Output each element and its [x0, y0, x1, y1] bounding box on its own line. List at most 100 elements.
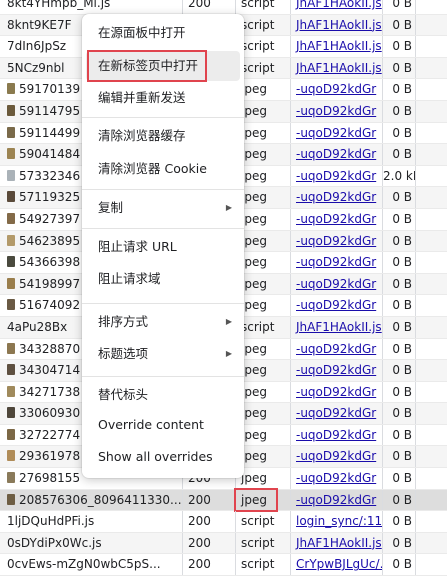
table-row[interactable]: 208576306_8096411330... 200 jpeg -uqoD92kdG… [0, 487, 447, 512]
initiator-link[interactable]: -uqoD92kdGr [290, 208, 382, 230]
initiator-link[interactable]: -uqoD92kdGr [290, 489, 382, 511]
size-cell: 0 B [382, 338, 415, 360]
initiator-link[interactable]: -uqoD92kdGr [290, 252, 382, 273]
request-name: 54198997 [19, 276, 81, 291]
menu-item-label: 阻止请求 URL [98, 239, 177, 254]
request-name: 32722774 [19, 427, 81, 442]
table-row[interactable]: 8kt4YHmpb_Ml.js 200 script JhAF1HAokII.js 0 … [0, 0, 447, 15]
request-name: 59114499 [19, 125, 81, 140]
menu-item[interactable]: 清除浏览器 Cookie [86, 154, 240, 184]
initiator-link[interactable]: -uqoD92kdGr [290, 446, 382, 468]
status-cell: 200 [182, 0, 235, 14]
initiator-link[interactable]: -uqoD92kdGr [290, 360, 382, 381]
table-row[interactable]: 0cvEws-mZgN0wbC5pS... 200 script CrYpwBJLgU… [0, 554, 447, 576]
initiator-link[interactable]: JhAF1HAokII.js [290, 36, 382, 57]
status-cell: 200 [182, 532, 235, 554]
size-cell: 0 B [382, 208, 415, 230]
initiator-link[interactable]: JhAF1HAokII.js [290, 14, 382, 36]
time-cell [415, 360, 447, 381]
request-name: 8knt9KE7F [7, 17, 72, 32]
size-cell: 0 B [382, 0, 415, 14]
context-menu: 在源面板中打开 在新标签页中打开 编辑并重新发送清除浏览器缓存清除浏览器 Cooki… [82, 14, 244, 478]
image-thumbnail-icon [7, 83, 15, 95]
initiator-link[interactable]: -uqoD92kdGr [290, 338, 382, 360]
image-thumbnail-icon [7, 342, 15, 354]
request-name: 7dIn6JpSz [7, 39, 67, 54]
image-thumbnail-icon [7, 493, 15, 505]
initiator-link[interactable]: JhAF1HAokII.js [290, 532, 382, 554]
size-cell: 0 B [382, 316, 415, 338]
image-thumbnail-icon [7, 450, 15, 462]
size-cell: 0 B [382, 360, 415, 381]
size-cell: 0 B [382, 36, 415, 57]
request-name: 54623895 [19, 233, 81, 248]
status-cell: 200 [182, 511, 235, 532]
request-name-cell[interactable]: 0sDYdiPx0Wc.js [0, 533, 182, 554]
menu-item[interactable]: 清除浏览器缓存 [86, 121, 240, 151]
menu-item-label: 替代标头 [98, 387, 149, 402]
time-cell [415, 295, 447, 316]
initiator-link[interactable]: -uqoD92kdGr [290, 295, 382, 316]
initiator-link[interactable]: -uqoD92kdGr [290, 144, 382, 165]
initiator-link[interactable]: JhAF1HAokII.js [290, 316, 382, 338]
request-name-cell[interactable]: 8kt4YHmpb_Ml.js [0, 0, 182, 14]
size-cell: 0 B [382, 100, 415, 122]
request-name-cell[interactable]: 1ljDQuHdPFi.js [0, 511, 182, 532]
time-cell [415, 14, 447, 36]
initiator-link[interactable]: -uqoD92kdGr [290, 165, 382, 187]
initiator-link[interactable]: -uqoD92kdGr [290, 381, 382, 403]
request-name: 208576306_8096411330... [19, 492, 182, 507]
initiator-link[interactable]: login_sync/:11... [290, 511, 382, 532]
time-cell [415, 511, 447, 532]
initiator-link[interactable]: -uqoD92kdGr [290, 273, 382, 295]
menu-item-label: 阻止请求域 [98, 271, 161, 286]
initiator-link[interactable]: -uqoD92kdGr [290, 122, 382, 144]
menu-item-label: Show all overrides [98, 449, 213, 464]
time-cell [415, 468, 447, 489]
initiator-link[interactable]: -uqoD92kdGr [290, 100, 382, 122]
initiator-link[interactable]: -uqoD92kdGr [290, 403, 382, 424]
table-row[interactable]: 0sDYdiPx0Wc.js 200 script JhAF1HAokII.js 0 B [0, 532, 447, 555]
type-cell: jpeg [235, 489, 290, 511]
menu-item[interactable]: 在源面板中打开 [86, 18, 240, 48]
size-cell: 0 B [382, 403, 415, 424]
request-name: 0cvEws-mZgN0wbC5pS... [7, 557, 161, 572]
menu-separator [82, 228, 244, 229]
menu-item[interactable]: 标题选项 ▶ [86, 339, 240, 369]
image-thumbnail-icon [7, 385, 15, 397]
menu-item-label: 排序方式 [98, 314, 149, 329]
size-cell: 0 B [382, 14, 415, 36]
time-cell [415, 36, 447, 57]
time-cell [415, 489, 447, 511]
menu-item[interactable]: 复制 ▶ [86, 193, 240, 223]
size-cell: 0 B [382, 532, 415, 554]
image-thumbnail-icon [7, 169, 15, 181]
menu-item[interactable]: 替代标头 [86, 380, 240, 410]
image-thumbnail-icon [7, 428, 15, 440]
status-cell: 200 [182, 489, 235, 511]
request-name-cell[interactable]: 208576306_8096411330... [0, 490, 182, 511]
menu-item[interactable]: Override content [86, 410, 240, 440]
menu-item[interactable]: 阻止请求域 [86, 264, 240, 294]
menu-item[interactable]: 在新标签页中打开 [86, 51, 240, 81]
table-row[interactable]: 1ljDQuHdPFi.js 200scriptlogin_sync/:11...… [0, 511, 447, 533]
request-name: 5NCz9nbl [7, 60, 65, 75]
menu-item[interactable]: 排序方式 ▶ [86, 307, 240, 337]
menu-item-label: 清除浏览器缓存 [98, 128, 186, 143]
size-cell: 0 B [382, 295, 415, 316]
initiator-link[interactable]: -uqoD92kdGr [290, 424, 382, 446]
initiator-link[interactable]: -uqoD92kdGr [290, 230, 382, 252]
menu-item[interactable]: 阻止请求 URL [86, 232, 240, 262]
initiator-link[interactable]: -uqoD92kdGr [290, 468, 382, 489]
initiator-link[interactable]: CrYpwBJLgUc/... [290, 554, 382, 576]
initiator-link[interactable]: -uqoD92kdGr [290, 79, 382, 100]
menu-separator [82, 117, 244, 118]
request-name-cell[interactable]: 0cvEws-mZgN0wbC5pS... [0, 554, 182, 575]
menu-item[interactable]: Show all overrides [86, 442, 240, 472]
menu-item[interactable]: 编辑并重新发送 [86, 83, 240, 113]
initiator-link[interactable]: JhAF1HAokII.js [290, 57, 382, 79]
initiator-link[interactable]: -uqoD92kdGr [290, 187, 382, 208]
time-cell [415, 532, 447, 554]
initiator-link[interactable]: JhAF1HAokII.js [290, 0, 382, 14]
size-cell: 2.0 kB [382, 165, 415, 187]
